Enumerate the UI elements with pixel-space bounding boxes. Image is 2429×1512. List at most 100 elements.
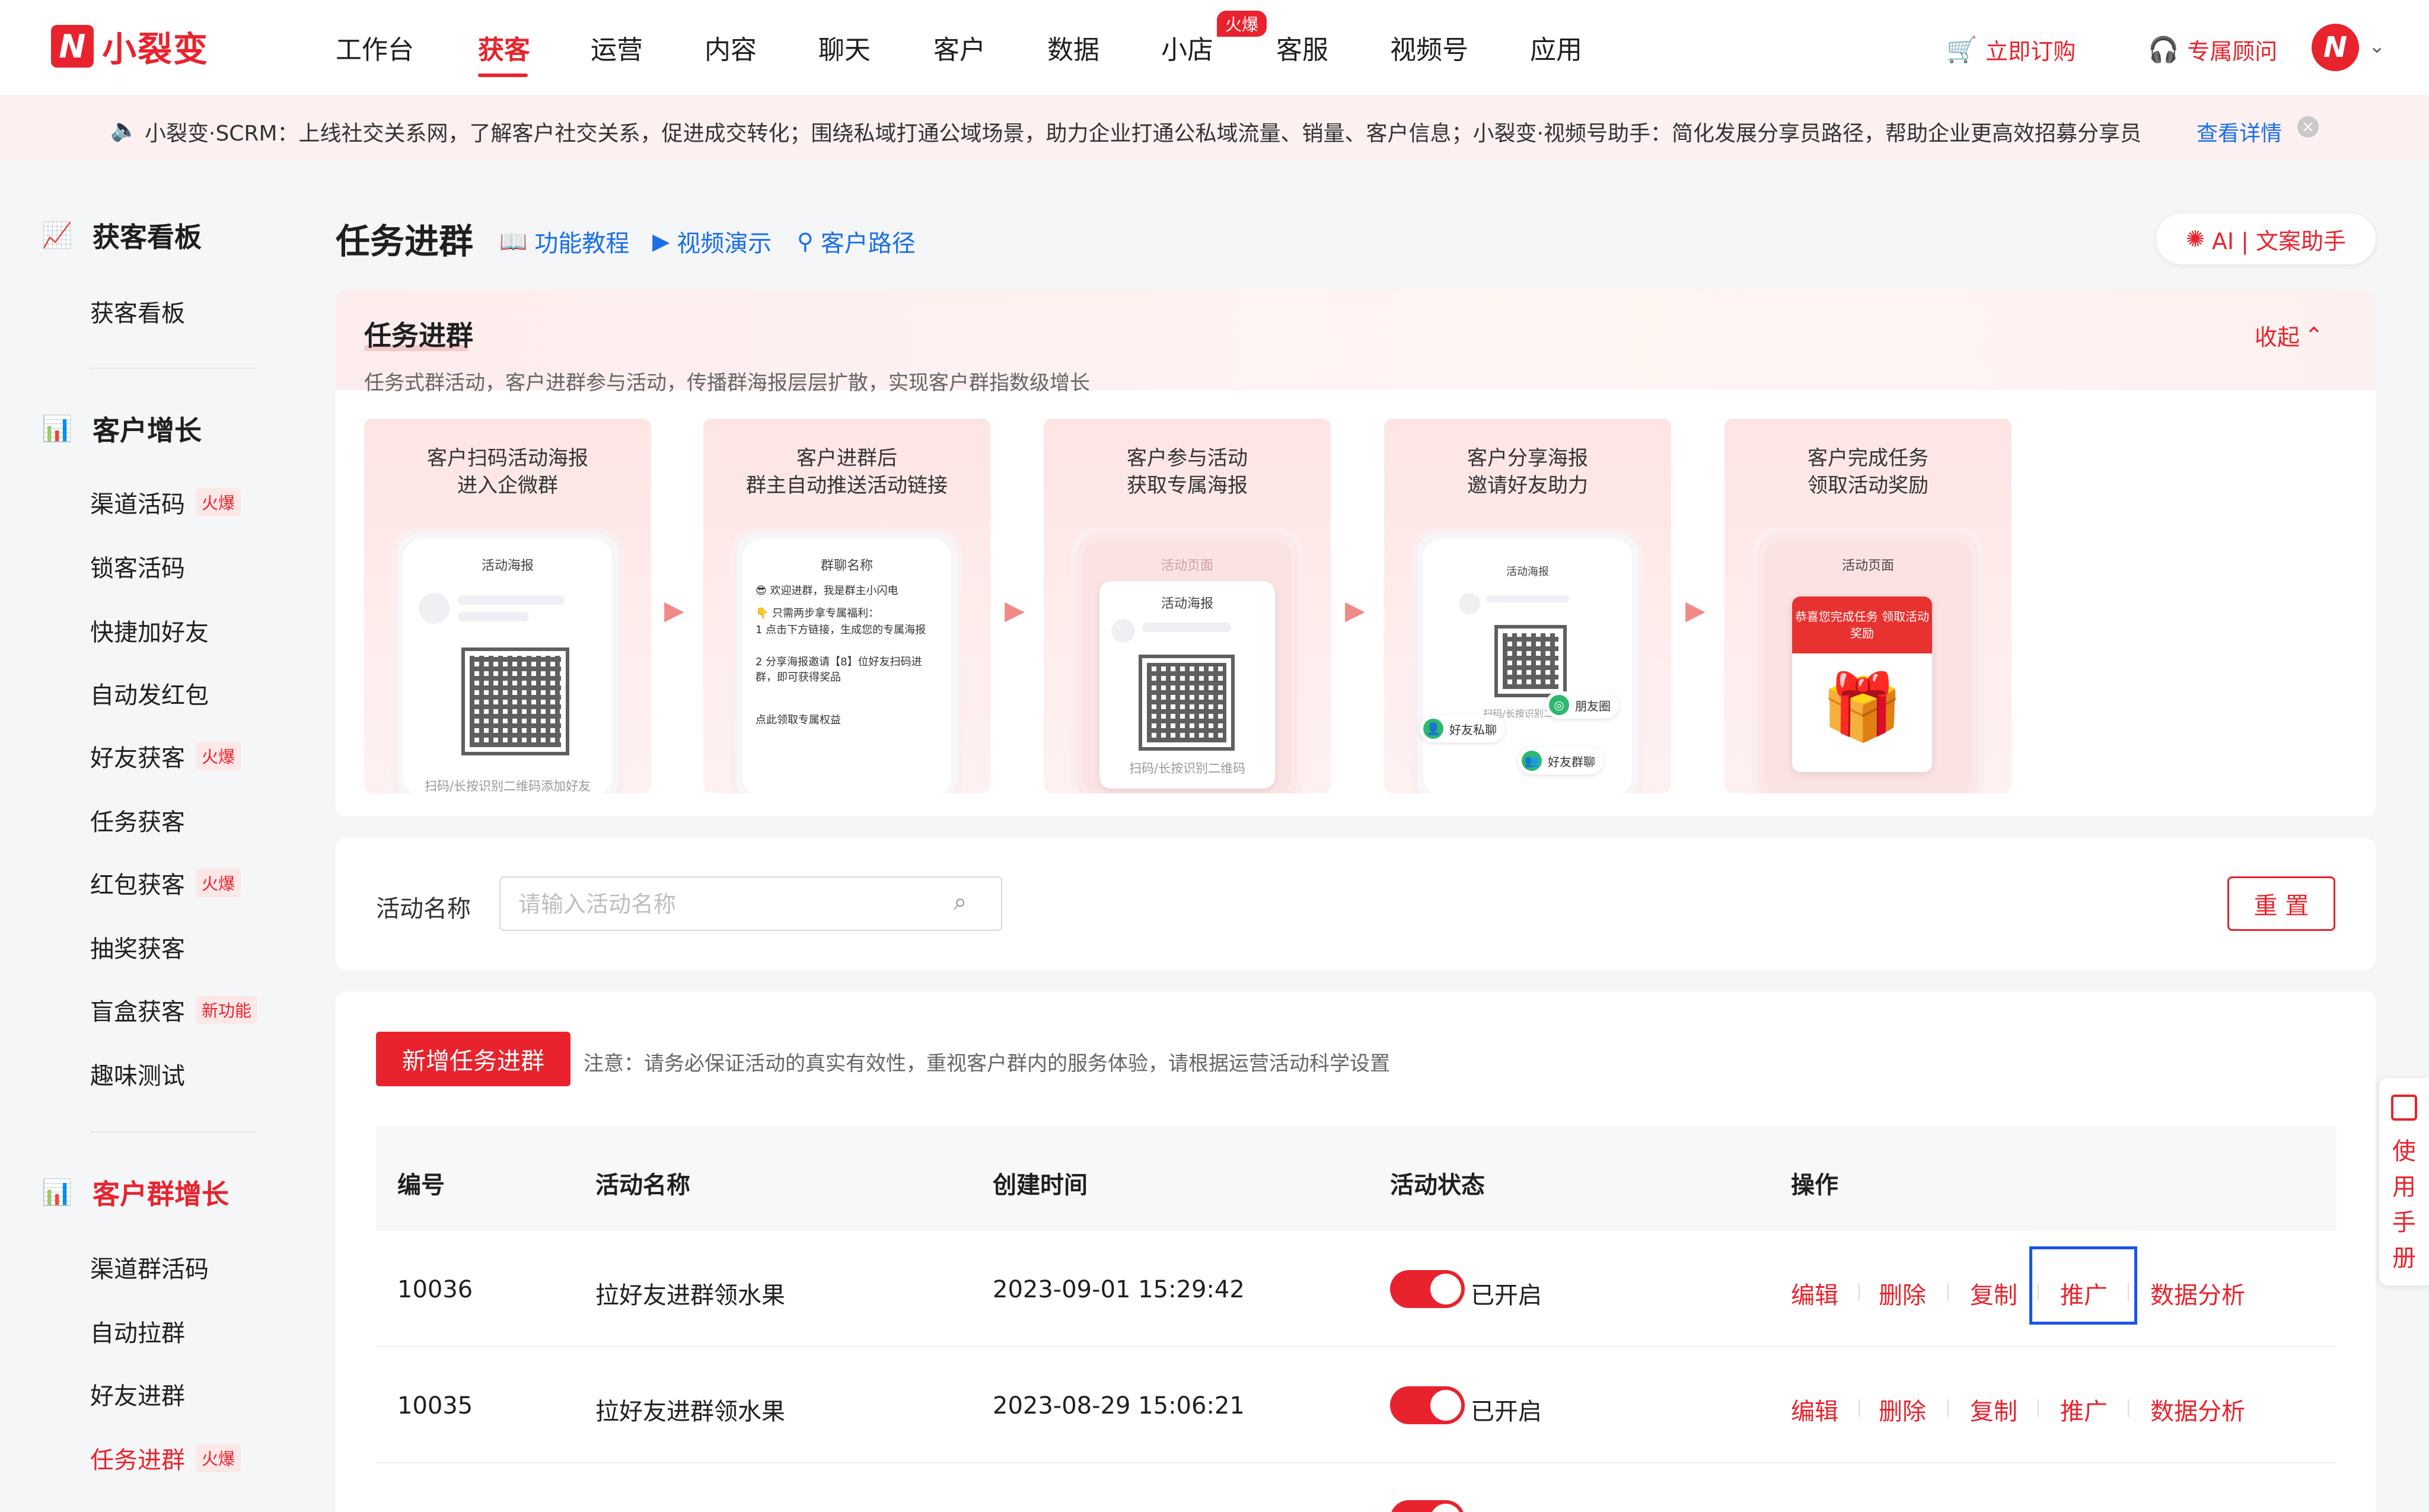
search-icon[interactable]: ⌕ <box>954 888 967 916</box>
sidebar-item-label: 任务获客 <box>90 809 185 836</box>
activity-name-label: 活动名称 <box>376 895 471 923</box>
megaphone-icon: 🔈 <box>110 116 139 142</box>
copy-button[interactable]: 复制 <box>1970 1276 2017 1310</box>
row-id: 10036 <box>397 1276 473 1303</box>
nav-content[interactable]: 内容 <box>705 28 757 66</box>
sidebar-item-lock-qr[interactable]: 锁客活码 <box>90 549 185 583</box>
sidebar-item-label: 锁客活码 <box>90 555 185 582</box>
sidebar-item-red-packet-acquire[interactable]: 红包获客 火爆 <box>90 866 241 900</box>
chevron-up-icon: ⌃ <box>2304 322 2323 349</box>
promote-button[interactable]: 推广 <box>2060 1392 2108 1427</box>
video-demo-link[interactable]: ▶ 视频演示 <box>652 224 772 259</box>
nav-customer[interactable]: 客户 <box>933 28 986 66</box>
nav-data[interactable]: 数据 <box>1047 28 1099 66</box>
sidebar-item-friend-acquire[interactable]: 好友获客 火爆 <box>90 739 241 773</box>
hot-tag: 火爆 <box>196 1444 241 1472</box>
cart-icon: 🛒 <box>1946 34 1978 64</box>
step-caption: 客户完成任务 领取活动奖励 <box>1808 446 1928 497</box>
chat-message: 点此领取专属权益 <box>756 714 841 726</box>
status-toggle[interactable] <box>1390 1270 1465 1308</box>
sidebar-item-label: 趣味测试 <box>90 1063 185 1090</box>
gift-box-icon: 🎁 <box>1821 669 1903 745</box>
sidebar-item-label: 好友进群 <box>90 1383 185 1410</box>
sidebar-item-channel-group-qr[interactable]: 渠道群活码 <box>90 1250 209 1284</box>
nav-channels[interactable]: 视频号 <box>1390 28 1468 66</box>
sidebar-item-channel-qr[interactable]: 渠道活码 火爆 <box>90 485 241 519</box>
step-card: 客户完成任务 领取活动奖励 活动页面 恭喜您完成任务 领取活动奖励 🎁 <box>1724 419 2012 793</box>
data-analysis-button[interactable]: 数据分析 <box>2150 1276 2245 1310</box>
screen-title: 活动页面 <box>1841 559 1894 573</box>
column-header-created: 创建时间 <box>993 1172 1088 1199</box>
intro-title: 任务进群 <box>364 320 473 352</box>
copy-button[interactable]: 复制 <box>1970 1392 2017 1427</box>
reward-message: 恭喜您完成任务 领取活动奖励 <box>1792 596 1932 653</box>
subscribe-button[interactable]: 🛒 立即订购 <box>1946 33 2076 66</box>
play-arrow-icon: ▶ <box>664 595 684 626</box>
action-separator <box>1947 1283 1949 1301</box>
sidebar-section-group-growth: 📊 客户群增长 <box>42 1173 229 1212</box>
consultant-button[interactable]: 🎧 专属顾问 <box>2148 33 2277 66</box>
logo[interactable]: N 小裂变 <box>51 23 209 70</box>
edit-button[interactable]: 编辑 <box>1791 1276 1838 1310</box>
sidebar-item-friend-group[interactable]: 好友进群 <box>90 1377 185 1411</box>
sidebar-item-label: 快捷加好友 <box>90 619 209 646</box>
nav-active-indicator <box>478 74 528 77</box>
sidebar-item-quick-add-friend[interactable]: 快捷加好友 <box>90 613 209 647</box>
data-analysis-button[interactable]: 数据分析 <box>2150 1392 2245 1427</box>
nav-acquire[interactable]: 获客 <box>478 28 530 66</box>
table-note: 注意：请务必保证活动的真实有效性，重视客户群内的服务体验，请根据运营活动科学设置 <box>584 1052 1390 1076</box>
play-circle-icon: ▶ <box>652 228 670 254</box>
collapse-button[interactable]: 收起 ⌃ <box>2255 319 2323 352</box>
avatar-placeholder <box>1111 619 1135 643</box>
qr-code <box>1139 655 1235 751</box>
reset-button[interactable]: 重 置 <box>2227 876 2335 931</box>
customer-path-label: 客户路径 <box>820 230 916 257</box>
chat-message: 1 点击下方链接，生成您的专属海报 <box>756 624 926 636</box>
sidebar-item-task-acquire[interactable]: 任务获客 <box>90 803 185 837</box>
sidebar-item-fun-test[interactable]: 趣味测试 <box>90 1057 185 1091</box>
nav-service[interactable]: 客服 <box>1276 28 1328 66</box>
sidebar-item-lottery-acquire[interactable]: 抽奖获客 <box>90 930 185 964</box>
screen-footer: 扫码/长按识别二维码 <box>1129 761 1246 776</box>
add-task-group-button[interactable]: 新增任务进群 <box>376 1032 570 1086</box>
sidebar-item-auto-red-packet[interactable]: 自动发红包 <box>90 676 209 710</box>
sidebar-item-dashboard[interactable]: 获客看板 <box>90 294 185 328</box>
phone-mockup: 活动页面 恭喜您完成任务 领取活动奖励 🎁 <box>1752 528 1984 793</box>
sidebar-item-auto-group[interactable]: 自动拉群 <box>90 1314 185 1348</box>
avatar[interactable]: N <box>2312 24 2359 71</box>
chart-box-icon: 📈 <box>42 221 73 250</box>
activity-name-field[interactable] <box>499 876 1002 931</box>
nav-workbench[interactable]: 工作台 <box>336 28 414 66</box>
tutorial-label: 功能教程 <box>534 230 630 257</box>
delete-button[interactable]: 删除 <box>1879 1276 1926 1310</box>
status-toggle[interactable] <box>1390 1500 1465 1512</box>
nav-shop[interactable]: 小店 <box>1161 28 1213 66</box>
activity-name-input[interactable] <box>518 889 933 919</box>
delete-button[interactable]: 删除 <box>1879 1392 1926 1427</box>
row-created: 2023-09-01 15:29:42 <box>993 1276 1245 1303</box>
edit-button[interactable]: 编辑 <box>1791 1392 1838 1427</box>
chevron-down-icon[interactable]: ⌄ <box>2369 34 2386 58</box>
share-option-chip: 👥 好友群聊 <box>1518 747 1604 774</box>
nav-apps[interactable]: 应用 <box>1530 28 1582 66</box>
column-header-id: 编号 <box>397 1172 445 1199</box>
hot-tag: 火爆 <box>196 742 241 770</box>
column-header-status: 活动状态 <box>1390 1172 1485 1199</box>
sidebar-item-blindbox-acquire[interactable]: 盲盒获客 新功能 <box>90 993 258 1027</box>
tutorial-link[interactable]: 📖 功能教程 <box>499 224 629 259</box>
hot-tag: 火爆 <box>196 488 241 516</box>
sidebar-section-label: 客户群增长 <box>93 1178 229 1210</box>
nav-operation[interactable]: 运营 <box>591 28 643 66</box>
sidebar-item-task-group[interactable]: 任务进群 火爆 <box>90 1441 241 1475</box>
collapse-label: 收起 <box>2255 324 2300 350</box>
growth-chart-icon: 📊 <box>42 1178 73 1207</box>
status-toggle[interactable] <box>1390 1386 1465 1424</box>
customer-path-link[interactable]: ⚲ 客户路径 <box>797 224 916 259</box>
nav-chat[interactable]: 聊天 <box>818 28 871 66</box>
column-header-actions: 操作 <box>1791 1172 1838 1199</box>
column-header-name: 活动名称 <box>595 1172 690 1199</box>
ai-copy-assistant-button[interactable]: ✺ AI | 文案助手 <box>2156 213 2376 264</box>
notice-details-link[interactable]: 查看详情 <box>2197 116 2282 147</box>
intro-subtitle: 任务式群活动，客户进群参与活动，传播群海报层层扩散，实现客户群指数级增长 <box>364 371 1090 395</box>
close-icon[interactable]: × <box>2297 116 2319 138</box>
